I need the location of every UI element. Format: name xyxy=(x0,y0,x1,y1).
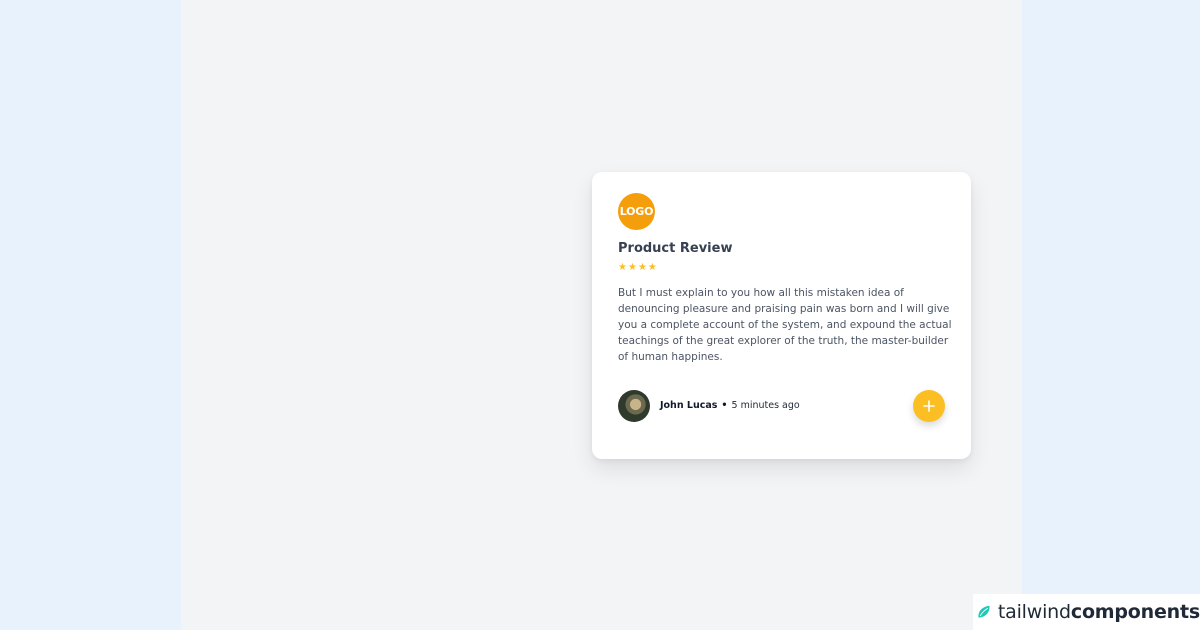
company-logo: LOGO xyxy=(618,193,655,230)
star-icon: ★ xyxy=(618,262,627,273)
meta-separator: • xyxy=(721,400,728,411)
rating-stars: ★ ★ ★ ★ xyxy=(618,262,657,274)
brand-wordmark: tailwindcomponents xyxy=(998,601,1200,623)
brand-name-bold: components xyxy=(1070,601,1200,623)
review-time: 5 minutes ago xyxy=(731,400,800,411)
plus-icon xyxy=(923,400,935,412)
card-title: Product Review xyxy=(618,241,733,256)
review-meta: John Lucas • 5 minutes ago xyxy=(660,400,800,411)
avatar xyxy=(618,390,650,422)
add-button[interactable] xyxy=(913,390,945,422)
review-text: But I must explain to you how all this m… xyxy=(618,287,952,363)
star-icon: ★ xyxy=(627,262,637,273)
leaf-icon xyxy=(978,605,990,618)
page-stage: LOGO Product Review ★ ★ ★ ★ But I must e… xyxy=(181,0,1022,630)
star-icon: ★ xyxy=(647,262,657,273)
tailwindcomponents-watermark[interactable]: tailwindcomponents xyxy=(973,594,1200,630)
review-card: LOGO Product Review ★ ★ ★ ★ But I must e… xyxy=(592,172,971,459)
star-icon: ★ xyxy=(637,262,647,273)
author-name[interactable]: John Lucas xyxy=(660,400,717,411)
brand-name-light: tailwind xyxy=(997,601,1071,623)
